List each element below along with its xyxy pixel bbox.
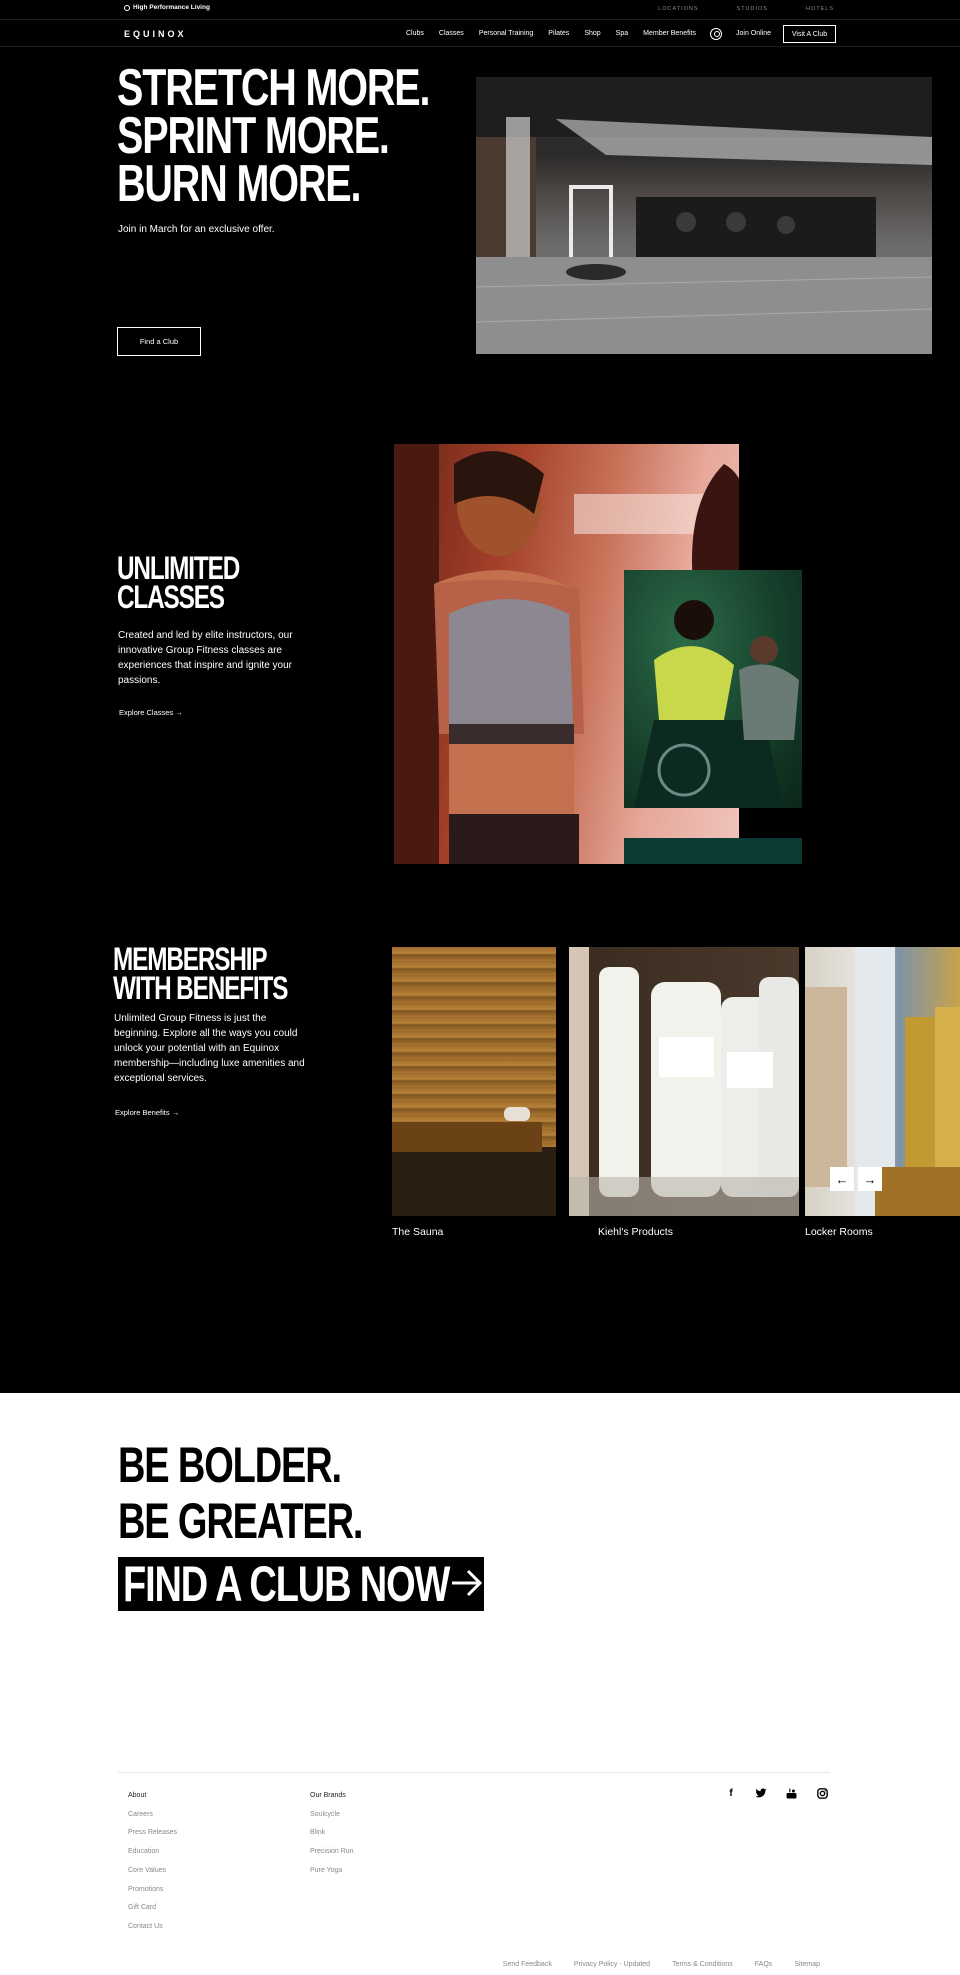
arrow-right-icon	[452, 1569, 483, 1597]
footer-terms[interactable]: Terms & Conditions	[672, 1961, 733, 1968]
carousel-next-button[interactable]: →	[858, 1167, 882, 1191]
footer-about-heading[interactable]: About	[128, 1787, 177, 1806]
youtube-icon[interactable]	[785, 1787, 797, 1799]
nav-item-member-benefits[interactable]: Member Benefits	[643, 30, 696, 37]
footer-faqs[interactable]: FAQs	[755, 1961, 773, 1968]
footer-sitemap[interactable]: Sitemap	[794, 1961, 820, 1968]
nav-item-classes[interactable]: Classes	[439, 30, 464, 37]
nav-item-clubs[interactable]: Clubs	[406, 30, 424, 37]
find-club-now-button[interactable]: FIND A CLUB NOW	[118, 1557, 484, 1611]
footer-divider	[118, 1772, 830, 1773]
footer-link-contact-us[interactable]: Contact Us	[128, 1918, 177, 1937]
find-club-now-text: FIND A CLUB NOW	[123, 1556, 450, 1612]
carousel-prev-button[interactable]: ←	[830, 1167, 854, 1191]
footer-link-core-values[interactable]: Core Values	[128, 1862, 177, 1881]
twitter-icon[interactable]	[755, 1787, 767, 1799]
explore-benefits-link[interactable]: Explore Benefits →	[115, 1108, 179, 1117]
nav-item-personal-training[interactable]: Personal Training	[479, 30, 533, 37]
cta-line-1: BE BOLDER.	[118, 1437, 342, 1493]
hero-subtext: Join in March for an exclusive offer.	[118, 224, 275, 235]
tagline-text: High Performance Living	[133, 4, 210, 11]
instagram-icon[interactable]	[816, 1787, 828, 1799]
nav-item-pilates[interactable]: Pilates	[548, 30, 569, 37]
footer-brands-heading[interactable]: Our Brands	[310, 1787, 354, 1806]
benefits-headline: MEMBERSHIP WITH BENEFITS	[113, 943, 288, 1006]
utility-links: LOCATIONS STUDIOS HOTELS	[658, 6, 834, 12]
footer-bottom-links: Send Feedback Privacy Policy - Updated T…	[503, 1961, 820, 1968]
hero-headline-line-3: BURN MORE.	[117, 155, 361, 213]
third-class-photo	[624, 838, 802, 864]
footer-link-precision-run[interactable]: Precision Run	[310, 1843, 354, 1862]
utility-link-studios[interactable]: STUDIOS	[737, 6, 768, 12]
footer-link-education[interactable]: Education	[128, 1843, 177, 1862]
explore-classes-link[interactable]: Explore Classes →	[119, 708, 183, 717]
join-online-link[interactable]: Join Online	[736, 30, 771, 37]
hero-headline: STRETCH MORE. SPRINT MORE. BURN MORE.	[117, 59, 430, 213]
utility-link-hotels[interactable]: HOTELS	[806, 6, 834, 12]
sauna-card-image[interactable]	[392, 947, 556, 1216]
benefits-headline-line-2: WITH BENEFITS	[113, 970, 288, 1006]
gym-photo	[476, 77, 932, 354]
classes-headline: UNLIMITED CLASSES	[117, 552, 240, 615]
footer-link-blink[interactable]: Blink	[310, 1824, 354, 1843]
cta-line-2: BE GREATER.	[118, 1493, 363, 1549]
benefits-body: Unlimited Group Fitness is just the begi…	[114, 1013, 305, 1084]
locker-rooms-card-label[interactable]: Locker Rooms	[805, 1226, 873, 1238]
main-nav: EQUINOX Clubs Classes Personal Training …	[0, 19, 960, 47]
dark-section: High Performance Living LOCATIONS STUDIO…	[0, 0, 960, 1393]
footer-col-about: About Careers Press Releases Education C…	[128, 1787, 177, 1937]
sauna-card-label[interactable]: The Sauna	[392, 1226, 443, 1238]
locker-rooms-card-image[interactable]	[805, 947, 960, 1216]
find-club-button[interactable]: Find a Club	[117, 327, 201, 356]
cycling-class-photo	[624, 570, 802, 808]
hero-headline-line-2: SPRINT MORE.	[117, 107, 390, 165]
footer-col-brands: Our Brands Soulcycle Blink Precision Run…	[310, 1787, 354, 1881]
kiehls-card-label[interactable]: Kiehl's Products	[598, 1226, 673, 1238]
utility-link-locations[interactable]: LOCATIONS	[658, 6, 698, 12]
classes-headline-line-2: CLASSES	[117, 579, 225, 615]
footer-send-feedback[interactable]: Send Feedback	[503, 1961, 552, 1968]
equinox-circle-icon	[124, 4, 130, 11]
classes-body: Created and led by elite instructors, ou…	[118, 630, 293, 686]
visit-club-button[interactable]: Visit A Club	[783, 25, 836, 43]
tagline-link[interactable]: High Performance Living	[124, 4, 210, 11]
footer-link-press-releases[interactable]: Press Releases	[128, 1824, 177, 1843]
footer-link-soulcycle[interactable]: Soulcycle	[310, 1806, 354, 1825]
kiehls-card-image[interactable]	[569, 947, 799, 1216]
footer-link-pure-yoga[interactable]: Pure Yoga	[310, 1862, 354, 1881]
footer-link-promotions[interactable]: Promotions	[128, 1881, 177, 1900]
facebook-icon[interactable]: f	[725, 1787, 737, 1799]
footer-privacy-policy[interactable]: Privacy Policy - Updated	[574, 1961, 650, 1968]
footer-link-careers[interactable]: Careers	[128, 1806, 177, 1825]
account-icon[interactable]	[710, 28, 722, 40]
equinox-logo[interactable]: EQUINOX	[124, 29, 187, 39]
nav-item-shop[interactable]: Shop	[584, 30, 600, 37]
nav-menu: Clubs Classes Personal Training Pilates …	[406, 30, 696, 37]
hero-headline-line-1: STRETCH MORE.	[117, 59, 430, 117]
nav-item-spa[interactable]: Spa	[616, 30, 628, 37]
footer-link-gift-card[interactable]: Gift Card	[128, 1899, 177, 1918]
cta-headline: BE BOLDER. BE GREATER.	[118, 1437, 363, 1549]
utility-bar: High Performance Living LOCATIONS STUDIO…	[0, 0, 960, 18]
